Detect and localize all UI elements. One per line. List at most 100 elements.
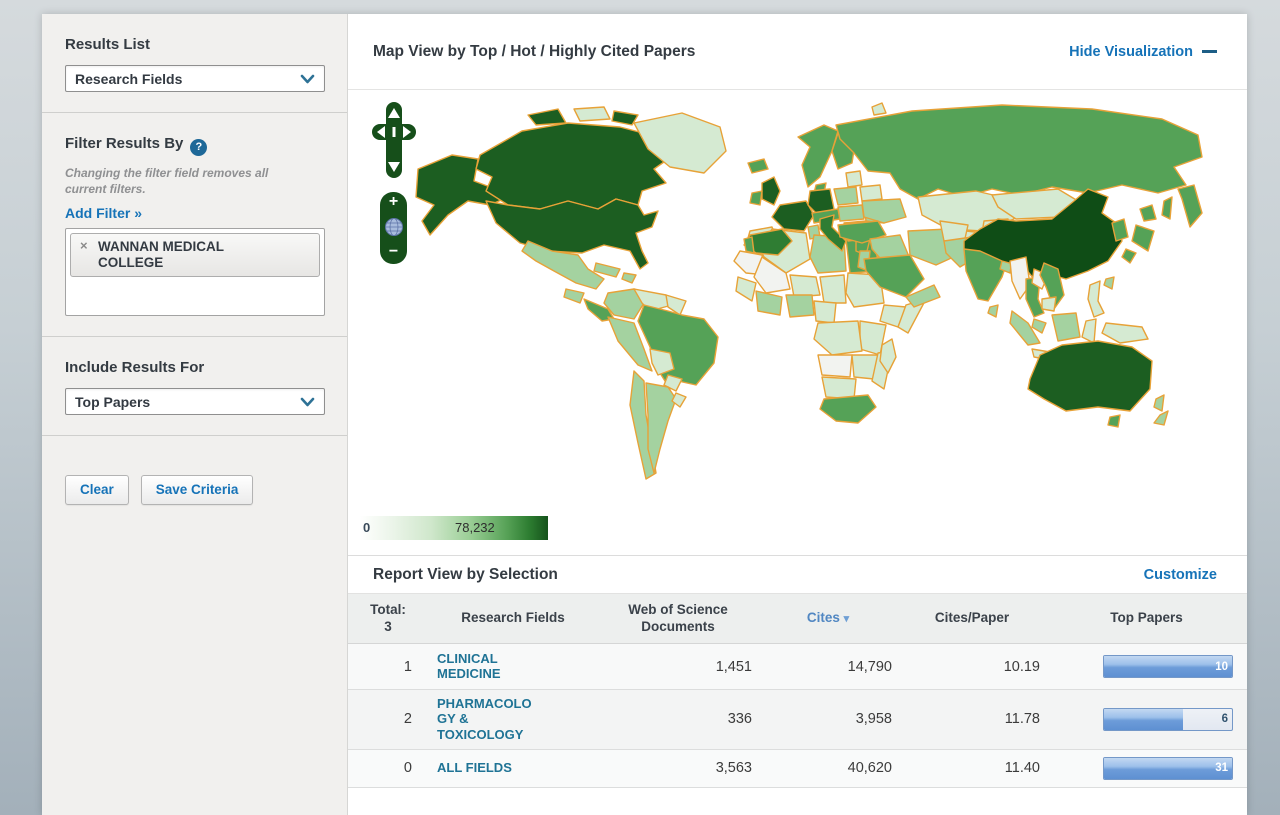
map-area: + − 0 78,232 xyxy=(348,90,1247,555)
map-country-uk[interactable] xyxy=(762,177,780,205)
map-country-niger[interactable] xyxy=(790,275,820,297)
table-row: 2 PHARMACOLOGY & TOXICOLOGY 336 3,958 11… xyxy=(348,690,1247,750)
map-region-namibia-botswana[interactable] xyxy=(822,377,856,399)
remove-filter-icon[interactable]: × xyxy=(80,239,88,254)
field-link[interactable]: ALL FIELDS xyxy=(437,760,512,775)
map-region-norway-sweden[interactable] xyxy=(798,125,838,187)
map-country-argentina[interactable] xyxy=(646,383,676,473)
bar-value: 10 xyxy=(1215,661,1228,673)
map-region-tasmania[interactable] xyxy=(1108,415,1120,427)
column-header-cites[interactable]: Cites ▾ xyxy=(758,610,898,626)
map-country-sri-lanka[interactable] xyxy=(988,305,998,317)
map-country-cameroon[interactable] xyxy=(814,301,836,323)
map-region-czech-hungary[interactable] xyxy=(838,205,864,221)
cites-cell: 14,790 xyxy=(758,659,898,675)
map-region-central-america[interactable] xyxy=(564,289,584,303)
map-region-kamchatka[interactable] xyxy=(1178,185,1202,227)
map-pan-control[interactable] xyxy=(372,102,416,178)
zoom-in-button[interactable]: + xyxy=(389,195,398,209)
map-country-drc[interactable] xyxy=(814,321,862,355)
bar-fill xyxy=(1104,709,1183,730)
zoom-out-button[interactable]: − xyxy=(389,245,398,259)
minus-icon xyxy=(1202,50,1217,53)
map-country-new-zealand-south[interactable] xyxy=(1154,411,1168,425)
cites-label: Cites xyxy=(807,610,840,625)
map-country-japan[interactable] xyxy=(1132,225,1154,251)
map-country-chad[interactable] xyxy=(820,275,846,303)
report-view-header: Report View by Selection Customize xyxy=(348,555,1247,594)
column-header-top-papers[interactable]: Top Papers xyxy=(1046,610,1247,626)
map-country-ireland[interactable] xyxy=(750,191,762,205)
bar-fill xyxy=(1104,758,1232,779)
column-header-wos-documents[interactable]: Web of Science Documents xyxy=(598,602,758,634)
map-country-cambodia[interactable] xyxy=(1042,297,1056,311)
filter-chip-label: WANNAN MEDICAL COLLEGE xyxy=(98,239,258,270)
top-papers-bar: 31 xyxy=(1103,757,1233,780)
docs-cell: 1,451 xyxy=(598,659,758,675)
map-region-hokkaido[interactable] xyxy=(1140,205,1156,221)
map-region-svalbard[interactable] xyxy=(872,103,886,115)
help-icon[interactable]: ? xyxy=(190,139,207,156)
map-region-new-guinea[interactable] xyxy=(1102,323,1148,343)
cites-cell: 40,620 xyxy=(758,760,898,776)
map-country-russia[interactable] xyxy=(836,105,1202,199)
cites-cell: 3,958 xyxy=(758,711,898,727)
top-papers-bar: 6 xyxy=(1103,708,1233,731)
total-label: Total: xyxy=(356,602,420,618)
map-country-australia[interactable] xyxy=(1028,341,1152,411)
column-header-cites-per-paper[interactable]: Cites/Paper xyxy=(898,610,1046,626)
map-region-baltics[interactable] xyxy=(846,171,862,187)
filter-chip[interactable]: × WANNAN MEDICAL COLLEGE xyxy=(70,233,320,277)
map-country-brazil[interactable] xyxy=(638,305,718,389)
map-region-sakhalin[interactable] xyxy=(1162,197,1172,219)
save-criteria-button[interactable]: Save Criteria xyxy=(141,475,254,505)
docs-cell: 3,563 xyxy=(598,760,758,776)
include-results-label: Include Results For xyxy=(65,359,325,376)
filter-listbox: × WANNAN MEDICAL COLLEGE xyxy=(65,228,325,316)
chevron-down-icon xyxy=(300,74,315,84)
cites-per-paper-cell: 11.78 xyxy=(898,711,1046,727)
total-value: 3 xyxy=(356,619,420,635)
map-region-borneo[interactable] xyxy=(1052,313,1080,341)
rank-cell: 1 xyxy=(348,659,428,675)
bar-value: 6 xyxy=(1222,713,1228,725)
column-header-research-fields[interactable]: Research Fields xyxy=(428,610,598,626)
map-country-hispaniola[interactable] xyxy=(622,273,636,283)
main-content: Map View by Top / Hot / Highly Cited Pap… xyxy=(348,14,1247,815)
include-results-select[interactable]: Top Papers xyxy=(65,388,325,415)
map-region-ghana-ivory-coast[interactable] xyxy=(756,291,782,315)
hide-visualization-link[interactable]: Hide Visualization xyxy=(1069,44,1217,60)
map-country-philippines[interactable] xyxy=(1088,281,1104,317)
map-country-new-zealand-north[interactable] xyxy=(1154,395,1164,411)
map-country-portugal[interactable] xyxy=(744,237,754,253)
map-legend: 0 78,232 xyxy=(360,516,548,540)
clear-button[interactable]: Clear xyxy=(65,475,129,505)
map-country-belarus[interactable] xyxy=(860,185,882,201)
field-link[interactable]: PHARMACOLOGY & TOXICOLOGY xyxy=(437,696,541,742)
results-list-select[interactable]: Research Fields xyxy=(65,65,325,92)
map-region-sulawesi[interactable] xyxy=(1082,319,1096,343)
map-country-iceland[interactable] xyxy=(748,159,768,173)
map-country-taiwan[interactable] xyxy=(1104,277,1114,289)
legend-min-label: 0 xyxy=(363,520,370,535)
map-country-malaysia[interactable] xyxy=(1032,319,1046,333)
map-arctic-island-2[interactable] xyxy=(574,107,610,121)
map-country-angola[interactable] xyxy=(818,355,852,377)
map-region-west-africa[interactable] xyxy=(736,277,756,301)
pan-center-icon xyxy=(393,127,396,137)
bar-value: 31 xyxy=(1215,762,1228,774)
bar-fill xyxy=(1104,656,1232,677)
map-arctic-island-1[interactable] xyxy=(528,109,566,125)
map-country-south-africa[interactable] xyxy=(820,395,876,423)
map-country-nigeria[interactable] xyxy=(786,295,814,317)
field-link[interactable]: CLINICAL MEDICINE xyxy=(437,651,541,682)
column-header-total: Total: 3 xyxy=(348,602,428,634)
map-region-kyushu[interactable] xyxy=(1122,249,1136,263)
map-country-poland[interactable] xyxy=(834,187,858,205)
customize-link[interactable]: Customize xyxy=(1144,567,1217,583)
globe-icon[interactable] xyxy=(384,217,404,237)
add-filter-link[interactable]: Add Filter » xyxy=(65,205,142,221)
world-choropleth-map[interactable] xyxy=(352,93,1242,513)
legend-gradient-bar xyxy=(360,516,548,540)
rank-cell: 0 xyxy=(348,760,428,776)
